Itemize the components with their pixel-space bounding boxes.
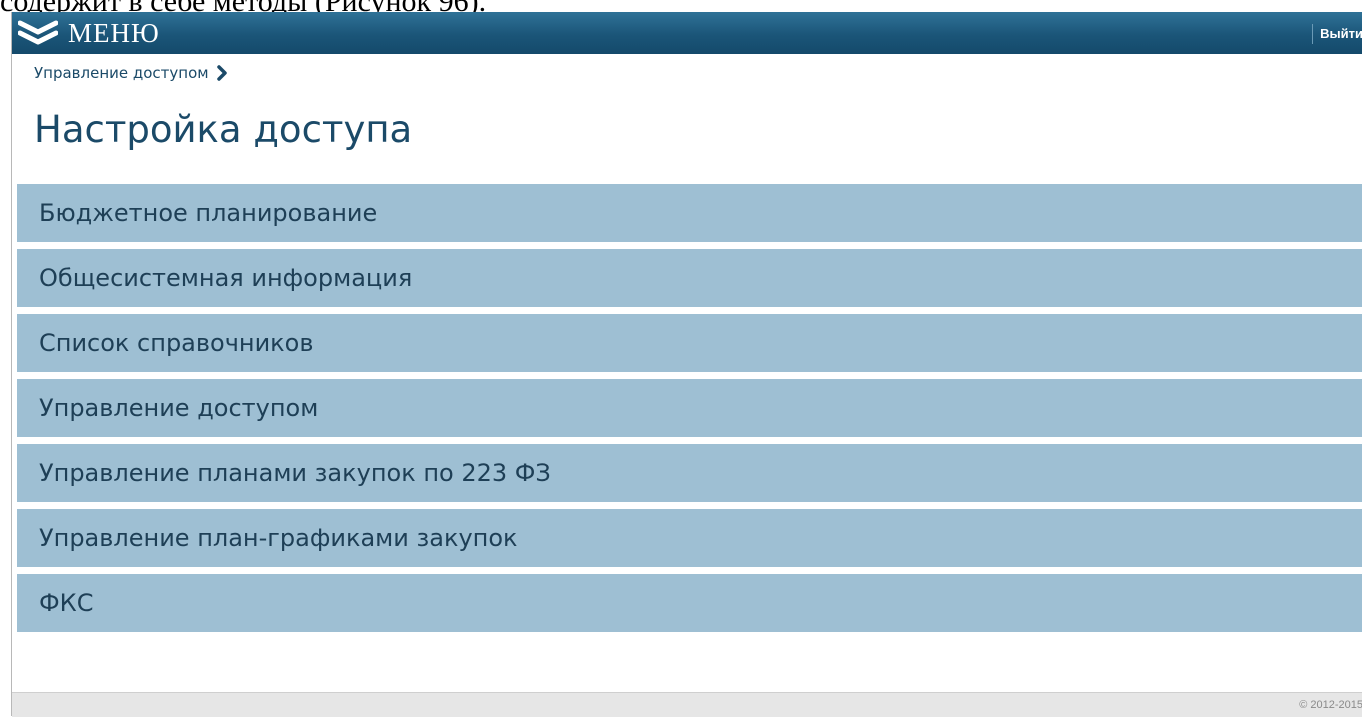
section-item-label: Список справочников	[39, 329, 314, 357]
section-item-procurement-plans-223[interactable]: Управление планами закупок по 223 ФЗ	[17, 444, 1362, 502]
menu-label: МЕНЮ	[68, 17, 160, 48]
breadcrumb: Управление доступом	[34, 64, 227, 82]
section-item-access-management[interactable]: Управление доступом	[17, 379, 1362, 437]
section-item-label: Управление доступом	[39, 394, 319, 422]
app-window: МЕНЮ Выйти Управление доступом Настройка…	[11, 12, 1362, 717]
section-item-budget-planning[interactable]: Бюджетное планирование	[17, 184, 1362, 242]
copyright-text: © 2012-2015	[1299, 699, 1362, 711]
section-item-label: Общесистемная информация	[39, 264, 413, 292]
section-item-fks[interactable]: ФКС	[17, 574, 1362, 632]
section-item-label: Бюджетное планирование	[39, 199, 378, 227]
section-item-system-info[interactable]: Общесистемная информация	[17, 249, 1362, 307]
top-bar: МЕНЮ Выйти	[12, 12, 1362, 54]
section-item-label: Управление планами закупок по 223 ФЗ	[39, 459, 551, 487]
breadcrumb-item-access-management[interactable]: Управление доступом	[34, 64, 209, 82]
footer: © 2012-2015	[12, 692, 1362, 717]
menu-button[interactable]: МЕНЮ	[18, 17, 160, 49]
section-item-label: Управление план-графиками закупок	[39, 524, 518, 552]
section-item-reference-list[interactable]: Список справочников	[17, 314, 1362, 372]
section-item-procurement-schedules[interactable]: Управление план-графиками закупок	[17, 509, 1362, 567]
section-list: Бюджетное планирование Общесистемная инф…	[17, 184, 1362, 639]
logout-button[interactable]: Выйти	[1312, 24, 1362, 44]
section-item-label: ФКС	[39, 589, 94, 617]
page-title: Настройка доступа	[34, 108, 413, 151]
double-chevron-down-icon	[18, 20, 58, 45]
chevron-right-icon	[216, 65, 227, 81]
